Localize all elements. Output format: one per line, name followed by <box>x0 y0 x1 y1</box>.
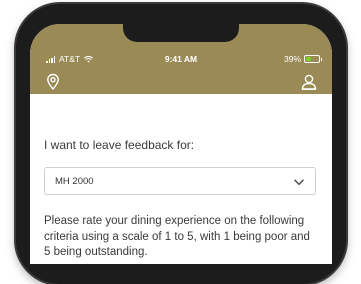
battery-fill <box>306 57 311 61</box>
status-right: 39% <box>283 54 322 64</box>
chevron-down-icon <box>293 179 305 186</box>
app-header <box>30 70 332 94</box>
rating-instructions: Please rate your dining experience on th… <box>44 215 310 258</box>
location-select-value: MH 2000 <box>55 176 94 187</box>
feedback-label: I want to leave feedback for: <box>44 138 195 152</box>
phone-notch <box>123 24 239 42</box>
location-select[interactable]: MH 2000 <box>44 167 316 195</box>
battery-percent: 39% <box>283 54 301 64</box>
phone-screen: AT&T 9:41 AM 39% I want to leave feedbac… <box>30 24 332 264</box>
feedback-content: I want to leave feedback for: MH 2000 Pl… <box>30 94 332 264</box>
battery-icon <box>304 55 322 63</box>
location-pin-icon[interactable] <box>44 73 62 91</box>
profile-icon[interactable] <box>300 73 318 91</box>
